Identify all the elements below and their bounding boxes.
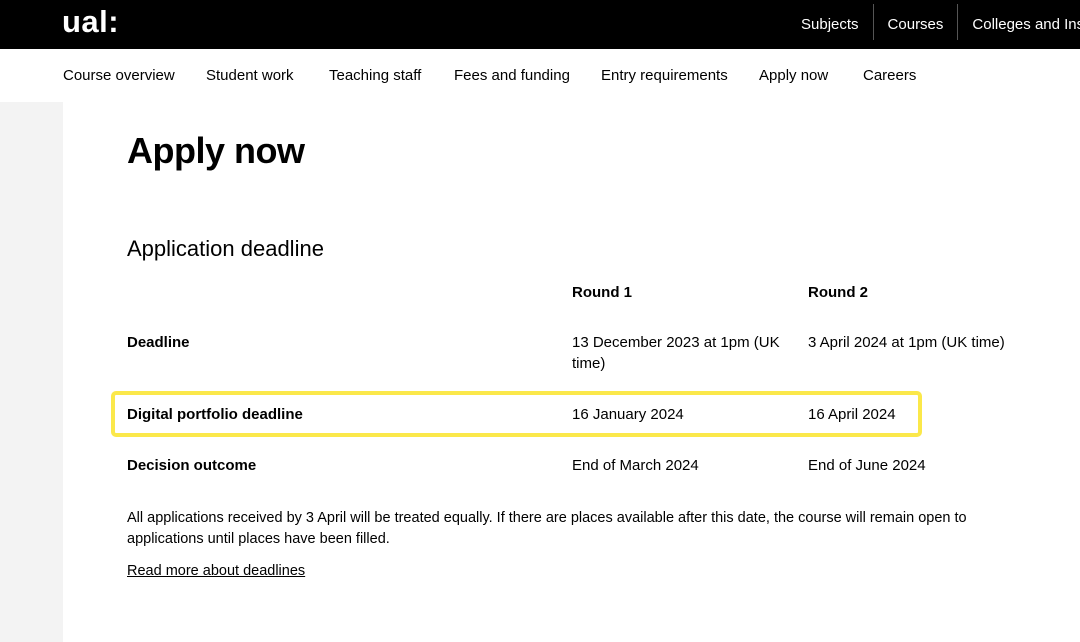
row-round-1-value: 16 January 2024 <box>572 406 684 423</box>
subnav-careers[interactable]: Careers <box>863 67 916 84</box>
course-subnav: Course overview Student work Teaching st… <box>0 49 1080 102</box>
subnav-fees-funding[interactable]: Fees and funding <box>454 67 570 84</box>
ual-logo[interactable]: ual: <box>62 4 119 40</box>
subnav-course-overview[interactable]: Course overview <box>63 67 175 84</box>
row-label: Decision outcome <box>127 457 257 474</box>
page-title: Apply now <box>127 130 305 171</box>
subnav-entry-requirements[interactable]: Entry requirements <box>601 67 728 84</box>
row-round-1-value: End of March 2024 <box>572 457 699 474</box>
row-round-2-value: 3 April 2024 at 1pm (UK time) <box>808 334 1005 351</box>
row-label: Deadline <box>127 334 190 351</box>
subnav-student-work[interactable]: Student work <box>206 67 294 84</box>
left-side-panel <box>0 102 63 642</box>
read-more-deadlines-link[interactable]: Read more about deadlines <box>127 563 305 579</box>
top-nav: Subjects Courses Colleges and Inst <box>787 0 1080 49</box>
row-round-2-value: 16 April 2024 <box>808 406 896 423</box>
section-title: Application deadline <box>127 236 324 261</box>
subnav-teaching-staff[interactable]: Teaching staff <box>329 67 421 84</box>
row-label: Digital portfolio deadline <box>127 406 303 423</box>
subnav-apply-now[interactable]: Apply now <box>759 67 828 84</box>
row-round-1-value: 13 December 2023 at 1pm (UK time) <box>572 334 780 372</box>
column-header-round-2: Round 2 <box>808 284 868 301</box>
applications-note: All applications received by 3 April wil… <box>127 510 967 547</box>
column-header-round-1: Round 1 <box>572 284 632 301</box>
row-round-2-value: End of June 2024 <box>808 457 926 474</box>
top-nav-colleges[interactable]: Colleges and Inst <box>958 0 1080 49</box>
top-nav-courses[interactable]: Courses <box>874 0 958 49</box>
top-header: ual: Subjects Courses Colleges and Inst <box>0 0 1080 49</box>
top-nav-subjects[interactable]: Subjects <box>787 0 873 49</box>
